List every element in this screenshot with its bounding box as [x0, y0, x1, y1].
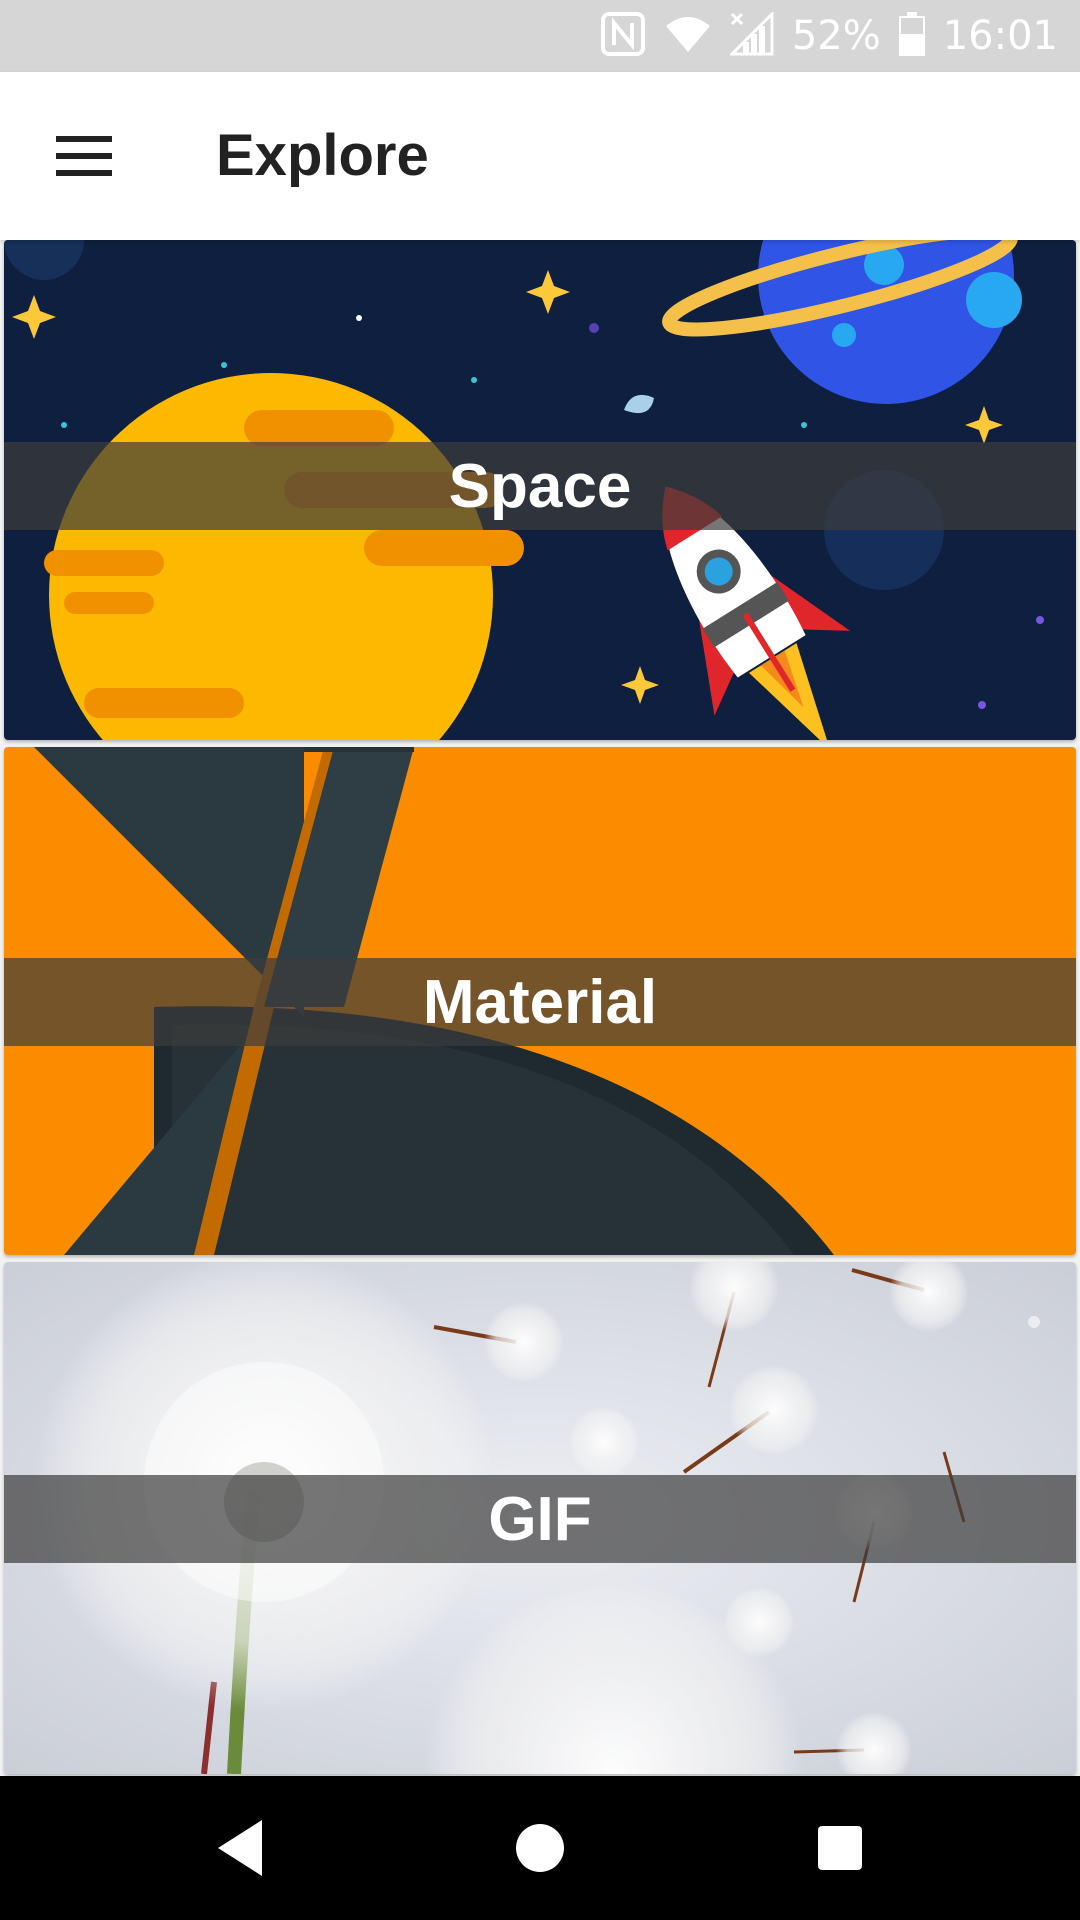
category-label-band: Space: [4, 442, 1076, 530]
status-bar: 52% 16:01: [0, 0, 1080, 72]
category-label: Space: [448, 451, 632, 521]
cellular-no-signal-icon: [728, 9, 774, 61]
home-icon: [516, 1824, 564, 1872]
page-title: Explore: [216, 123, 429, 188]
hamburger-menu-icon: [56, 136, 112, 176]
menu-button[interactable]: [40, 116, 128, 196]
battery-icon: [898, 11, 925, 61]
category-label-band: GIF: [4, 1475, 1076, 1563]
category-card-space[interactable]: Space: [4, 240, 1076, 740]
category-label-band: Material: [4, 958, 1076, 1046]
back-icon: [218, 1820, 262, 1876]
recents-icon: [818, 1826, 862, 1870]
home-button[interactable]: [500, 1808, 580, 1888]
app-bar: Explore: [0, 72, 1080, 240]
battery-percent: 52%: [791, 13, 881, 59]
recents-button[interactable]: [800, 1808, 880, 1888]
wifi-icon: [664, 14, 712, 59]
navigation-bar: [0, 1776, 1080, 1920]
nfc-icon: [600, 11, 646, 62]
clock: 16:01: [942, 13, 1058, 59]
category-label: Material: [422, 967, 658, 1037]
category-label: GIF: [488, 1484, 592, 1554]
category-card-gif[interactable]: GIF: [4, 1262, 1076, 1774]
back-button[interactable]: [200, 1808, 280, 1888]
category-card-material[interactable]: Material: [4, 747, 1076, 1255]
